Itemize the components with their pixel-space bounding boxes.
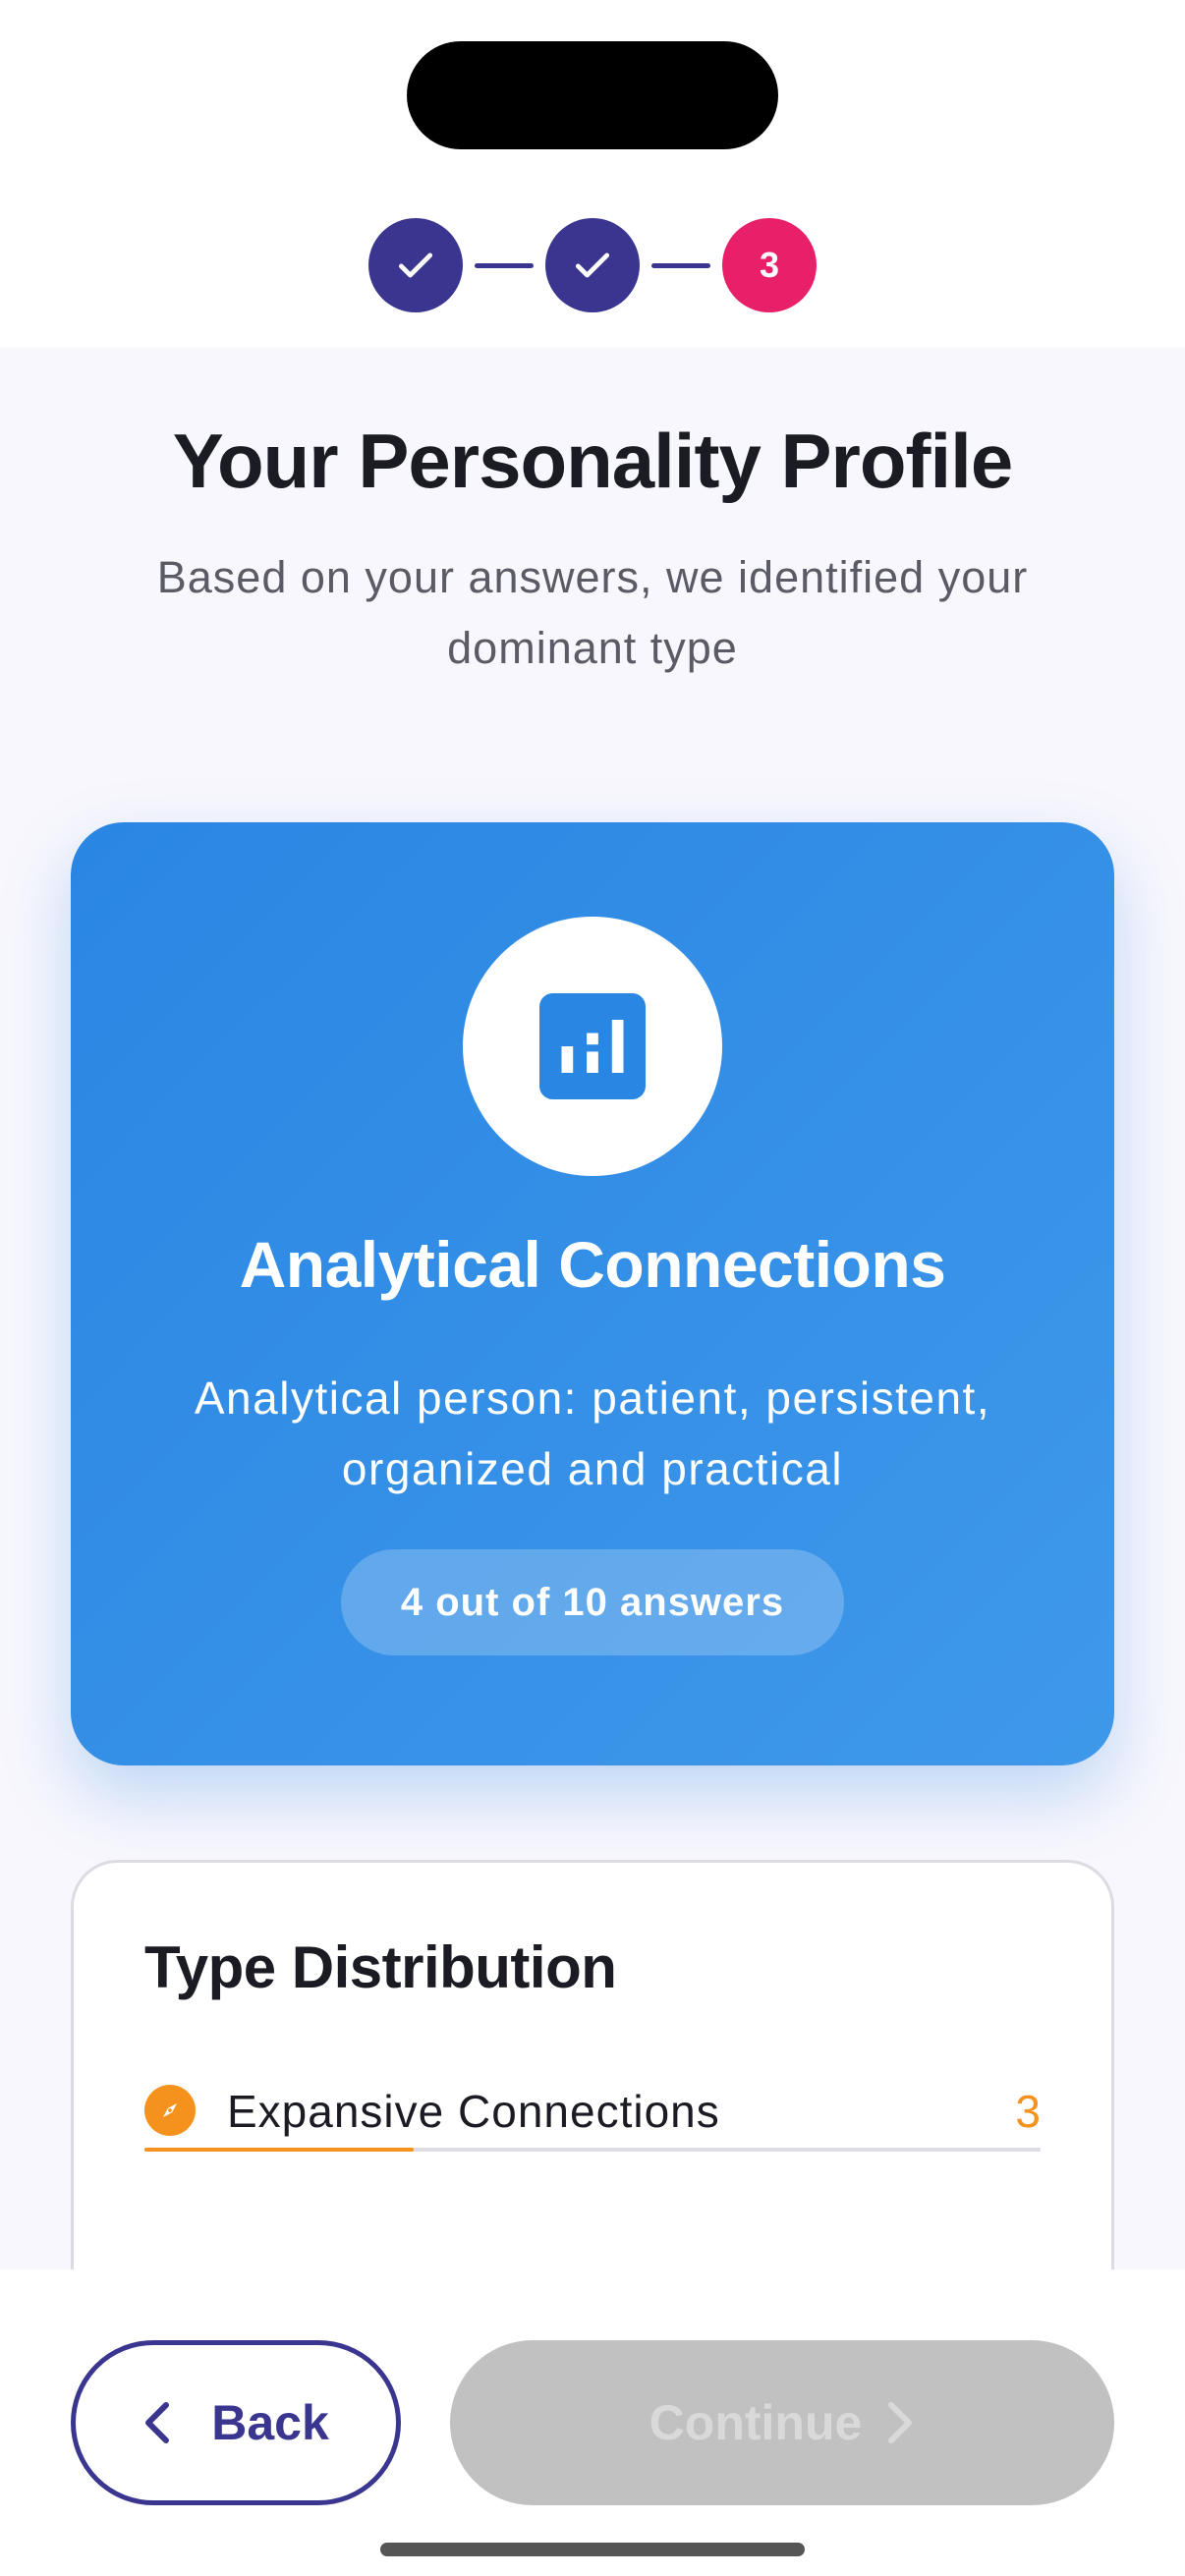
step-2-completed	[545, 218, 640, 312]
chevron-left-icon	[145, 2402, 170, 2443]
personality-type-name: Analytical Connections	[239, 1228, 946, 1301]
step-3-current: 3	[722, 218, 817, 312]
check-icon	[575, 252, 610, 278]
personality-type-description: Analytical person: patient, persistent, …	[194, 1372, 991, 1494]
distribution-progress-fill	[144, 2148, 414, 2152]
home-indicator[interactable]	[380, 2543, 805, 2556]
dynamic-island	[407, 41, 778, 149]
page-subtitle: Based on your answers, we identified you…	[156, 552, 1029, 673]
compass-icon	[144, 2085, 196, 2136]
back-button-label: Back	[211, 2395, 329, 2450]
result-card: Analytical Connections Analytical person…	[71, 822, 1114, 1765]
result-icon-circle	[463, 917, 722, 1176]
progress-stepper: 3	[0, 218, 1185, 312]
chevron-right-icon	[888, 2402, 913, 2443]
type-distribution-card: Type Distribution Expansive Connections …	[71, 1860, 1114, 2269]
continue-button[interactable]: Continue	[450, 2340, 1114, 2505]
scroll-content[interactable]: Your Personality Profile Based on your a…	[0, 348, 1185, 2269]
distribution-count: 3	[1015, 2086, 1041, 2137]
page-title: Your Personality Profile	[172, 418, 1013, 504]
distribution-title: Type Distribution	[144, 1934, 617, 2000]
bar-chart-icon	[539, 993, 646, 1099]
bottom-action-bar: Back Continue	[0, 2269, 1185, 2576]
distribution-progress-track	[144, 2148, 1041, 2152]
check-icon	[398, 252, 433, 278]
step-connector	[651, 262, 710, 268]
answers-count-badge: 4 out of 10 answers	[341, 1549, 844, 1655]
distribution-label: Expansive Connections	[227, 2086, 720, 2137]
continue-button-label: Continue	[649, 2395, 863, 2450]
back-button[interactable]: Back	[71, 2340, 401, 2505]
step-number: 3	[759, 245, 780, 285]
distribution-row: Expansive Connections 3	[144, 2079, 1041, 2142]
step-1-completed	[368, 218, 463, 312]
step-connector	[475, 262, 534, 268]
